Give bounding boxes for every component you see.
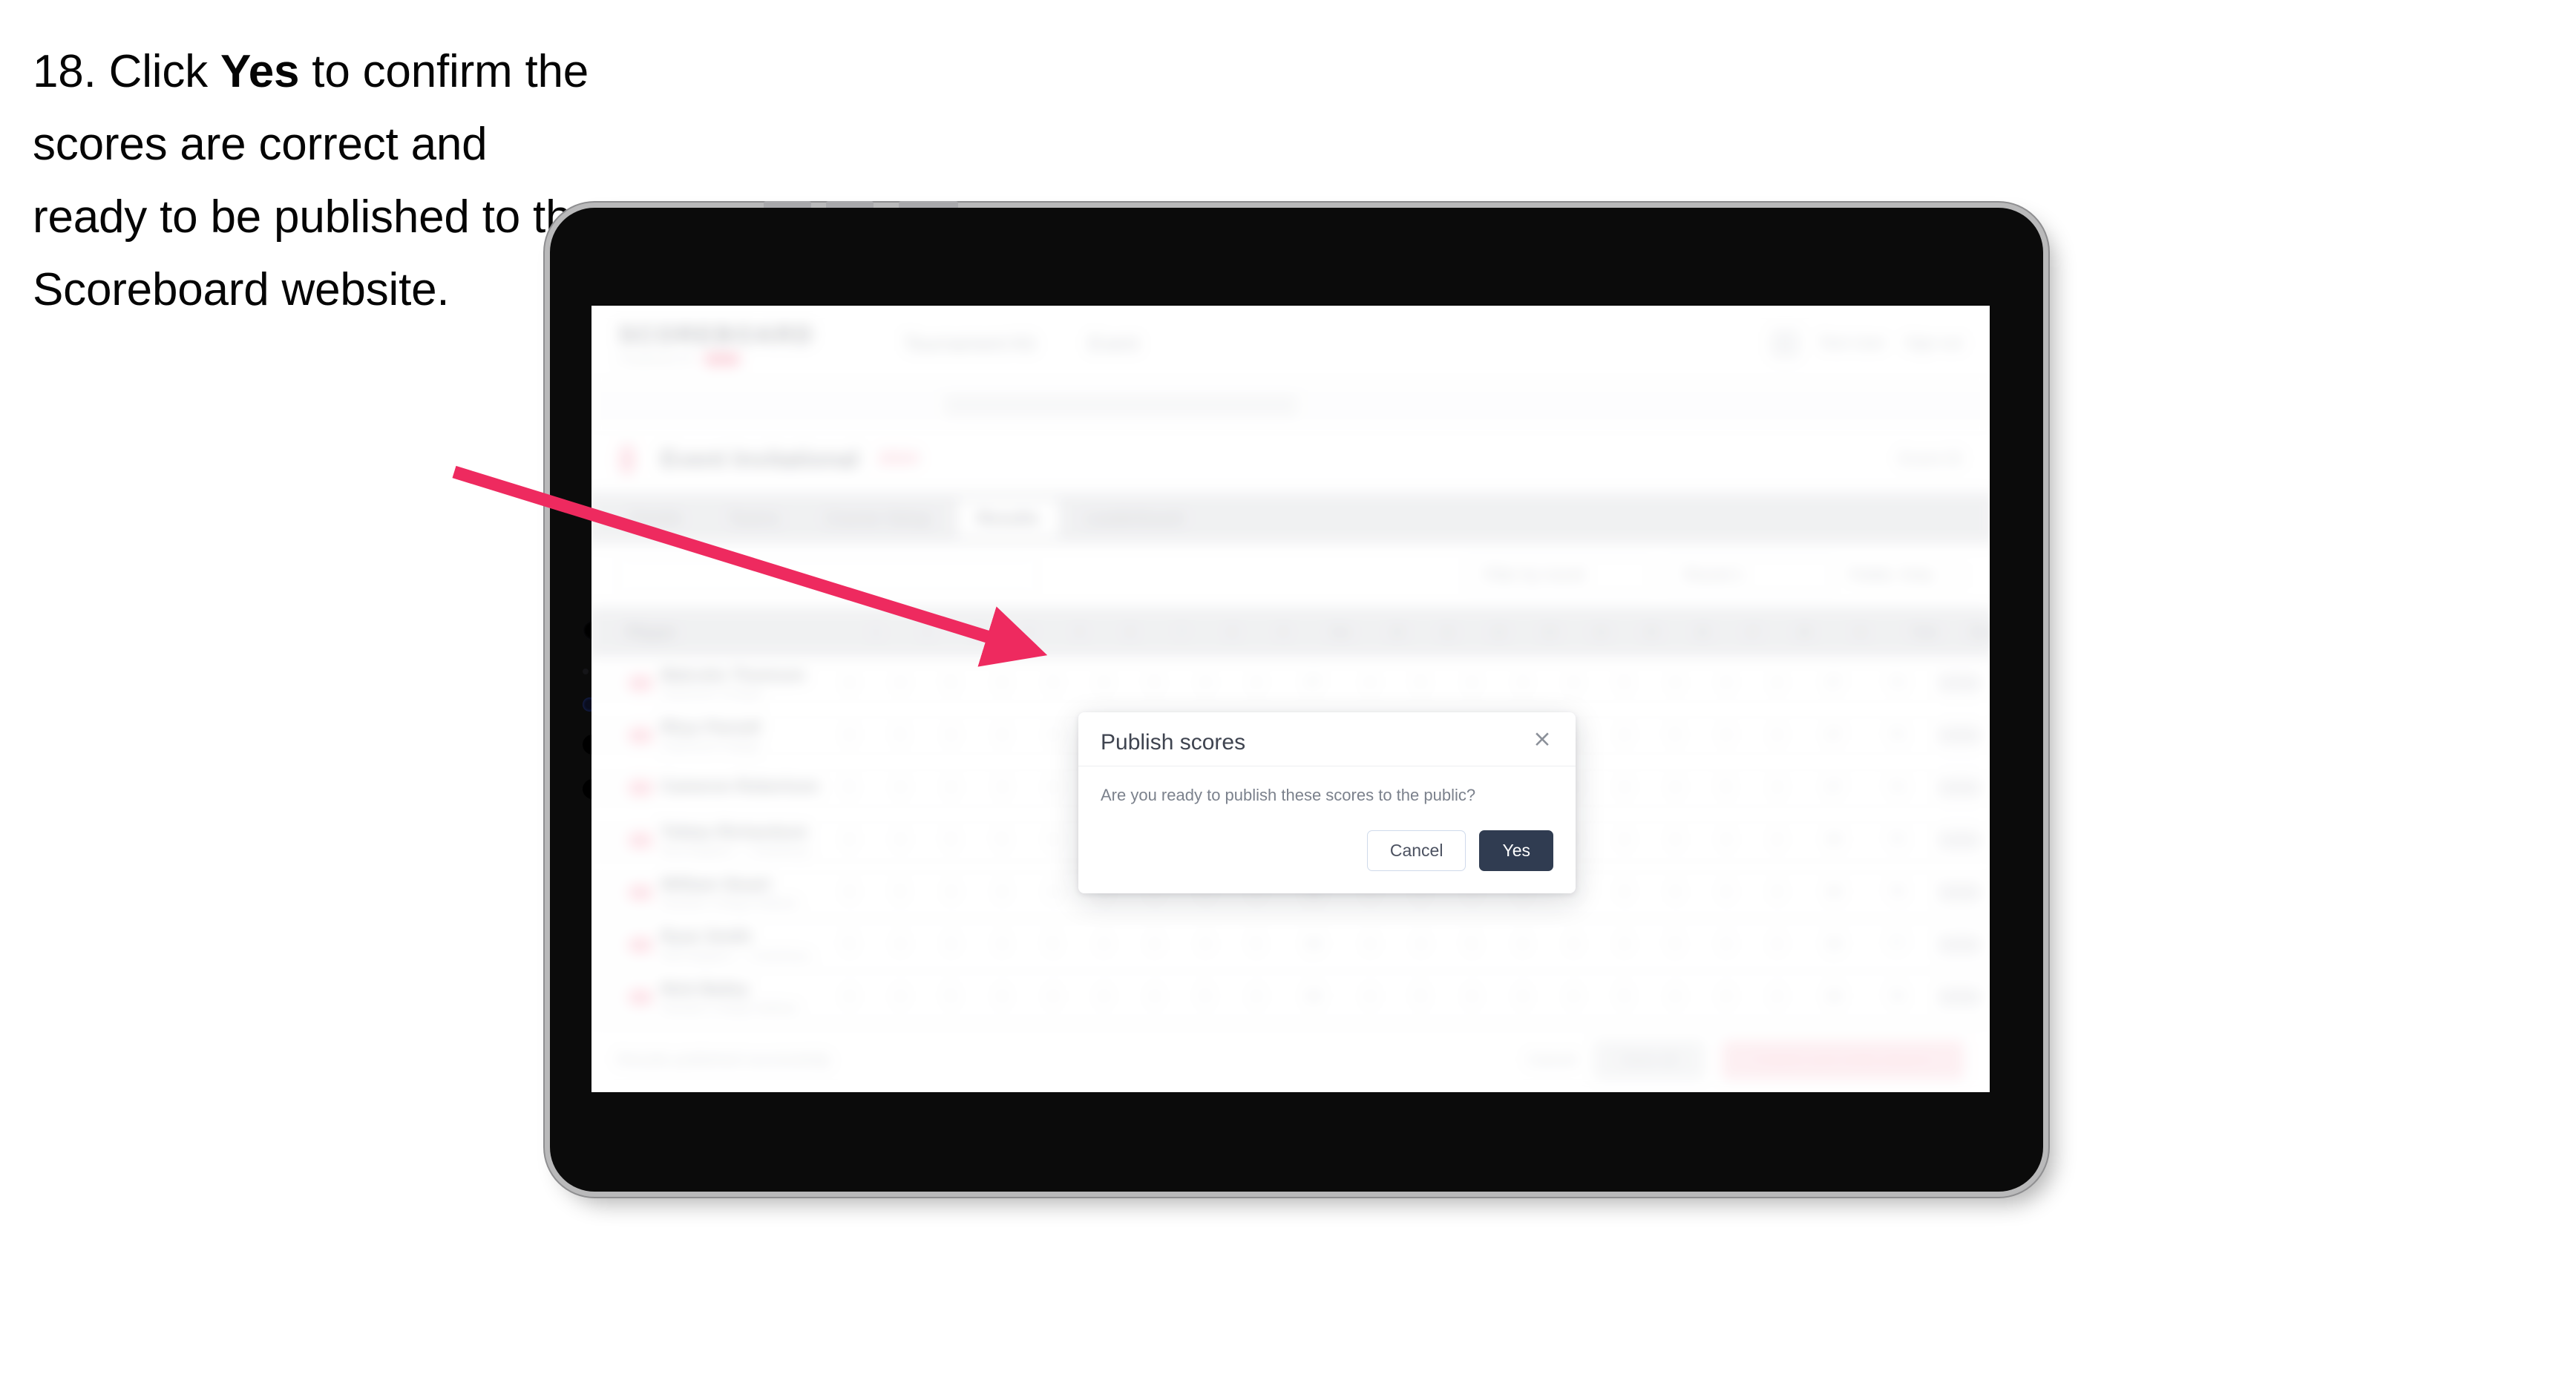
yes-button[interactable]: Yes [1479, 830, 1553, 871]
tablet-screen: SCOREBOARD POWERED BY Tournament Kit Eve… [591, 306, 1990, 1092]
modal-scrim[interactable] [591, 306, 1990, 1092]
power-button[interactable] [899, 201, 958, 208]
instruction-before: Click [96, 46, 220, 97]
instruction-number: 18. [33, 46, 96, 97]
close-icon[interactable]: × [1531, 728, 1553, 751]
volume-up-button[interactable] [764, 201, 811, 208]
volume-down-button[interactable] [826, 201, 874, 208]
dialog-header: Publish scores × [1078, 712, 1576, 766]
dialog-footer: Cancel Yes [1078, 811, 1576, 893]
cancel-button[interactable]: Cancel [1366, 830, 1466, 871]
dialog-title: Publish scores [1101, 730, 1246, 755]
instruction-text: 18. Click Yes to confirm the scores are … [33, 36, 597, 326]
instruction-bold-keyword: Yes [220, 46, 300, 97]
publish-scores-dialog: Publish scores × Are you ready to publis… [1078, 712, 1576, 893]
dialog-body-text: Are you ready to publish these scores to… [1101, 786, 1476, 804]
ambient-sensor-icon [583, 669, 589, 674]
tablet-device: SCOREBOARD POWERED BY Tournament Kit Eve… [550, 201, 2043, 1192]
